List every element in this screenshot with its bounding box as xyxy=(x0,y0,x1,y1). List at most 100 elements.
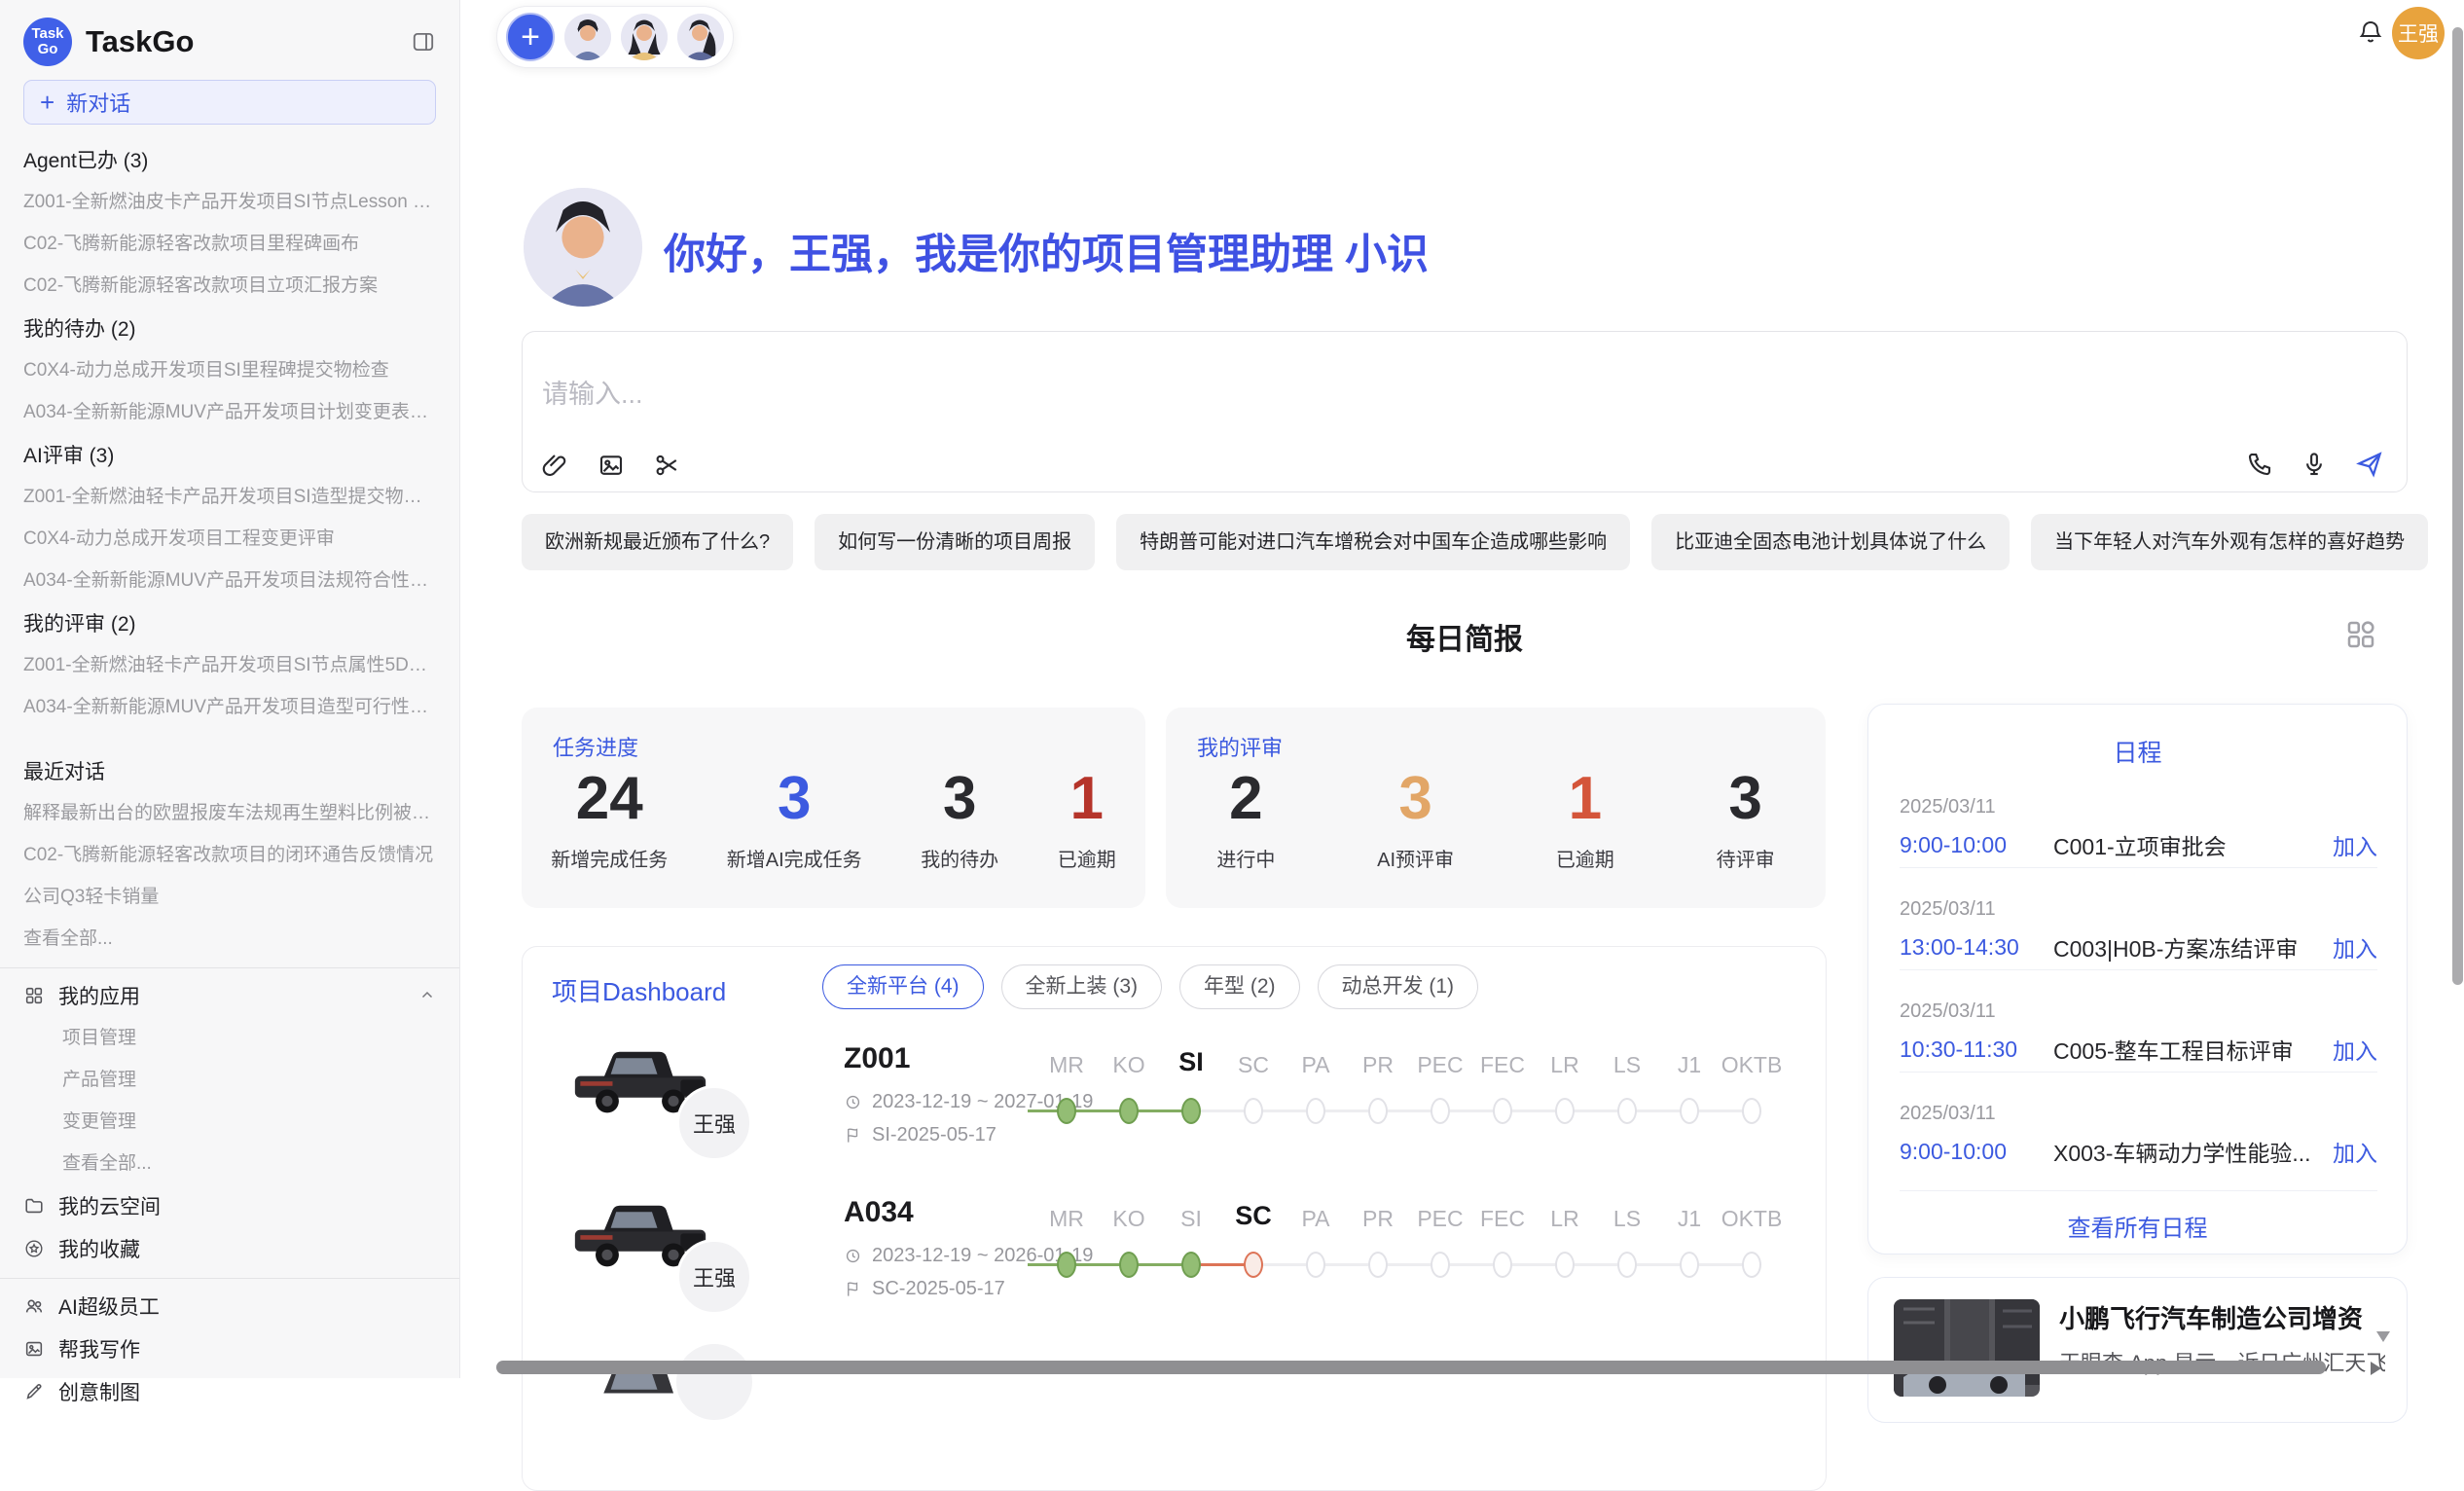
view-all-schedule-link[interactable]: 查看所有日程 xyxy=(1868,1209,2407,1243)
join-meeting-link[interactable]: 加入 xyxy=(2333,930,2377,964)
sidebar-section-header[interactable]: 我的评审 (2) xyxy=(23,601,436,644)
milestone-node[interactable] xyxy=(1306,1098,1325,1124)
vertical-scrollbar[interactable] xyxy=(2452,27,2463,985)
project-flag-milestone: SI-2025-05-17 xyxy=(844,1124,996,1146)
suggestion-chip[interactable]: 当下年轻人对汽车外观有怎样的喜好趋势 xyxy=(2031,514,2428,570)
layout-grid-icon[interactable] xyxy=(2343,617,2378,652)
flag-icon xyxy=(844,1280,862,1298)
notification-bell-icon[interactable] xyxy=(2356,18,2385,47)
milestone-node[interactable] xyxy=(1493,1252,1512,1278)
milestone-node[interactable] xyxy=(1244,1252,1263,1278)
sidebar-item-favorites[interactable]: 我的收藏 xyxy=(23,1227,436,1270)
sidebar-section-header[interactable]: 最近对话 xyxy=(23,749,436,792)
milestone-label: SC xyxy=(1218,1052,1288,1078)
milestone-node[interactable] xyxy=(1617,1098,1637,1124)
add-assistant-button[interactable]: + xyxy=(506,13,555,61)
sidebar-item-cloud-space[interactable]: 我的云空间 xyxy=(23,1184,436,1227)
sidebar-item[interactable]: Z001-全新燃油皮卡产品开发项目SI节点Lesson Learn报告 xyxy=(23,181,436,223)
milestone-label: LS xyxy=(1592,1206,1662,1232)
milestone-node[interactable] xyxy=(1368,1098,1388,1124)
suggestion-chip[interactable]: 比亚迪全固态电池计划具体说了什么 xyxy=(1651,514,2010,570)
milestone-node[interactable] xyxy=(1555,1252,1575,1278)
assistant-avatar-1[interactable] xyxy=(564,14,611,60)
milestone-node[interactable] xyxy=(1057,1098,1076,1124)
milestone-node[interactable] xyxy=(1431,1098,1450,1124)
milestone-node[interactable] xyxy=(1368,1252,1388,1278)
chat-input[interactable] xyxy=(540,379,1712,411)
send-icon[interactable] xyxy=(2354,449,2385,480)
sidebar-item[interactable]: C02-飞腾新能源轻客改款项目立项汇报方案 xyxy=(23,265,436,307)
milestone-node[interactable] xyxy=(1181,1252,1201,1278)
sidebar-item[interactable]: C0X4-动力总成开发项目工程变更评审 xyxy=(23,518,436,560)
stat-value: 3 xyxy=(921,766,998,832)
join-meeting-link[interactable]: 加入 xyxy=(2333,1033,2377,1066)
assistant-avatar-3[interactable] xyxy=(677,14,724,60)
milestone-node[interactable] xyxy=(1680,1252,1699,1278)
milestone-label: PEC xyxy=(1405,1206,1475,1232)
milestone-node[interactable] xyxy=(1181,1098,1201,1124)
recent-conversation-item[interactable]: 解释最新出台的欧盟报废车法规再生塑料比例被调至15%... xyxy=(23,792,436,834)
milestone-node[interactable] xyxy=(1431,1252,1450,1278)
milestone-node[interactable] xyxy=(1244,1098,1263,1124)
app-item[interactable]: 变更管理 xyxy=(23,1101,436,1143)
milestone-node[interactable] xyxy=(1680,1098,1699,1124)
schedule-event-title: C001-立项审批会 xyxy=(2053,828,2333,861)
dashboard-tab[interactable]: 全新平台 (4) xyxy=(822,964,984,1009)
sidebar-item[interactable]: Z001-全新燃油轻卡产品开发项目SI造型提交物评审 xyxy=(23,476,436,518)
sidebar-section-header[interactable]: AI评审 (3) xyxy=(23,433,436,476)
milestone-node[interactable] xyxy=(1306,1252,1325,1278)
assistant-avatar-2[interactable] xyxy=(621,14,668,60)
sidebar-section-header[interactable]: Agent已办 (3) xyxy=(23,138,436,181)
sidebar-item-my-apps[interactable]: 我的应用 xyxy=(23,974,436,1017)
scroll-down-arrow[interactable] xyxy=(2376,1331,2390,1342)
sidebar-item[interactable]: Z001-全新燃油轻卡产品开发项目SI节点属性5D文件评审 xyxy=(23,644,436,686)
sidebar-section-header[interactable]: 我的待办 (2) xyxy=(23,307,436,349)
scissors-icon[interactable] xyxy=(653,451,682,480)
milestone-node[interactable] xyxy=(1493,1098,1512,1124)
image-upload-icon[interactable] xyxy=(597,451,626,480)
milestone-node[interactable] xyxy=(1555,1098,1575,1124)
milestone-node[interactable] xyxy=(1119,1098,1139,1124)
sidebar-item[interactable]: C0X4-动力总成开发项目SI里程碑提交物检查 xyxy=(23,349,436,391)
news-card[interactable]: 小鹏飞行汽车制造公司增资 天眼查 App 显示，近日广州汇天飞行汽... xyxy=(1867,1277,2408,1423)
milestone-node[interactable] xyxy=(1119,1252,1139,1278)
sidebar-item[interactable]: A034-全新新能源MUV产品开发项目法规符合性评审 xyxy=(23,560,436,601)
milestone-node[interactable] xyxy=(1057,1252,1076,1278)
dashboard-tab[interactable]: 年型 (2) xyxy=(1179,964,1300,1009)
phone-icon[interactable] xyxy=(2245,450,2274,479)
user-avatar[interactable]: 王强 xyxy=(2392,7,2445,59)
milestone-label: MR xyxy=(1032,1206,1102,1232)
suggestion-chip[interactable]: 欧洲新规最近颁布了什么? xyxy=(522,514,793,570)
horizontal-scrollbar[interactable] xyxy=(496,1361,2326,1374)
paperclip-icon[interactable] xyxy=(540,451,569,480)
schedule-time: 9:00-10:00 xyxy=(1900,832,2053,858)
sidebar-item-pen[interactable]: 创意制图 xyxy=(23,1370,436,1413)
suggestion-chip[interactable]: 如何写一份清晰的项目周报 xyxy=(815,514,1095,570)
new-chat-button[interactable]: + 新对话 xyxy=(23,80,436,125)
scroll-right-arrow[interactable] xyxy=(2371,1362,2381,1375)
app-item[interactable]: 产品管理 xyxy=(23,1059,436,1101)
sidebar-item-image[interactable]: 帮我写作 xyxy=(23,1327,436,1370)
dashboard-tab[interactable]: 全新上装 (3) xyxy=(1001,964,1163,1009)
view-all-conversations-link[interactable]: 查看全部... xyxy=(23,918,436,960)
recent-conversation-item[interactable]: C02-飞腾新能源轻客改款项目的闭环通告反馈情况 xyxy=(23,834,436,876)
sidebar-item[interactable]: C02-飞腾新能源轻客改款项目里程碑画布 xyxy=(23,223,436,265)
sidebar-collapse-icon[interactable] xyxy=(411,29,436,55)
milestone-node[interactable] xyxy=(1617,1252,1637,1278)
join-meeting-link[interactable]: 加入 xyxy=(2333,828,2377,861)
suggestion-chip[interactable]: 特朗普可能对进口汽车增税会对中国车企造成哪些影响 xyxy=(1116,514,1630,570)
view-all-apps-link[interactable]: 查看全部... xyxy=(23,1143,436,1184)
schedule-item: 2025/03/1113:00-14:30C003|H0B-方案冻结评审加入 xyxy=(1900,898,2377,964)
sidebar-item[interactable]: A034-全新新能源MUV产品开发项目计划变更表编写 xyxy=(23,391,436,433)
microphone-icon[interactable] xyxy=(2300,450,2329,479)
join-meeting-link[interactable]: 加入 xyxy=(2333,1135,2377,1168)
app-item[interactable]: 项目管理 xyxy=(23,1017,436,1059)
recent-conversation-item[interactable]: 公司Q3轻卡销量 xyxy=(23,876,436,918)
stat-item: 3我的待办 xyxy=(921,766,998,872)
sidebar-item[interactable]: A034-全新新能源MUV产品开发项目造型可行性评审 xyxy=(23,686,436,728)
sidebar-item-users[interactable]: AI超级员工 xyxy=(23,1285,436,1327)
milestone-node[interactable] xyxy=(1742,1098,1761,1124)
milestone-node[interactable] xyxy=(1742,1252,1761,1278)
dashboard-tab[interactable]: 动总开发 (1) xyxy=(1318,964,1479,1009)
schedule-separator xyxy=(1900,1072,2377,1073)
